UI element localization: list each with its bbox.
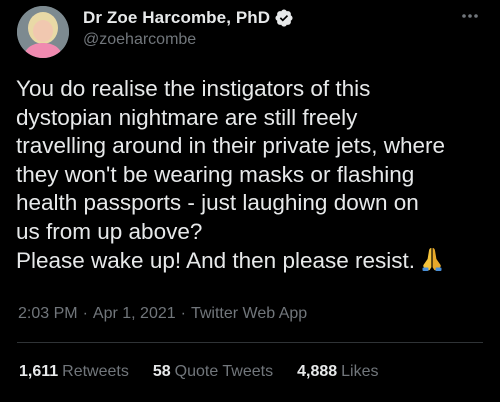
avatar[interactable] <box>17 6 69 58</box>
author-handle[interactable]: @zoeharcombe <box>83 31 196 49</box>
tweet-line: they won't be wearing masks or flashing <box>16 161 415 187</box>
tweet-line-text: Please wake up! And then please resist. <box>16 248 416 273</box>
tweet-text: You do realise the instigators of this d… <box>16 75 486 276</box>
folded-hands-icon <box>419 246 445 272</box>
likes-count: 4,888 <box>297 363 338 380</box>
meta-separator: · <box>180 305 186 322</box>
quote-tweets-count: 58 <box>152 363 171 380</box>
tweet-card: Dr Zoe Harcombe, PhD @zoeharcombe You do… <box>0 0 500 402</box>
tweet-stats: 1,611 Retweets 58 Quote Tweets 4,888 Likes <box>19 363 379 381</box>
retweets-count: 1,611 <box>19 363 59 380</box>
tweet-line: travelling around in their private jets,… <box>16 133 445 158</box>
tweet-source[interactable]: Twitter Web App <box>191 305 307 323</box>
avatar-photo-icon <box>17 6 69 58</box>
quote-tweets-label: Quote Tweets <box>174 363 274 380</box>
author-name-row: Dr Zoe Harcombe, PhD <box>83 8 294 28</box>
retweets-label: Retweets <box>62 363 129 380</box>
tweet-line: dystopian nightmare are still freely <box>16 104 358 130</box>
divider <box>17 342 483 343</box>
tweet-line: us from up above? <box>16 218 203 244</box>
tweet-meta: 2:03 PM · Apr 1, 2021 · Twitter Web App <box>18 305 307 323</box>
tweet-date[interactable]: Apr 1, 2021 <box>93 305 176 323</box>
meta-separator: · <box>82 305 88 322</box>
likes-stat[interactable]: 4,888 Likes <box>297 363 378 381</box>
author-display-name[interactable]: Dr Zoe Harcombe, PhD <box>83 8 270 28</box>
likes-label: Likes <box>341 363 379 380</box>
tweet-line-last: Please wake up! And then please resist. <box>16 246 486 276</box>
more-options-icon[interactable] <box>458 6 482 26</box>
tweet-time[interactable]: 2:03 PM <box>18 305 78 323</box>
tweet-line: health passports - just laughing down on <box>16 190 419 215</box>
retweets-stat[interactable]: 1,611 Retweets <box>19 363 129 381</box>
tweet-line: You do realise the instigators of this <box>16 76 371 101</box>
quote-tweets-stat[interactable]: 58 Quote Tweets <box>153 363 273 381</box>
verified-badge-icon <box>274 8 294 28</box>
